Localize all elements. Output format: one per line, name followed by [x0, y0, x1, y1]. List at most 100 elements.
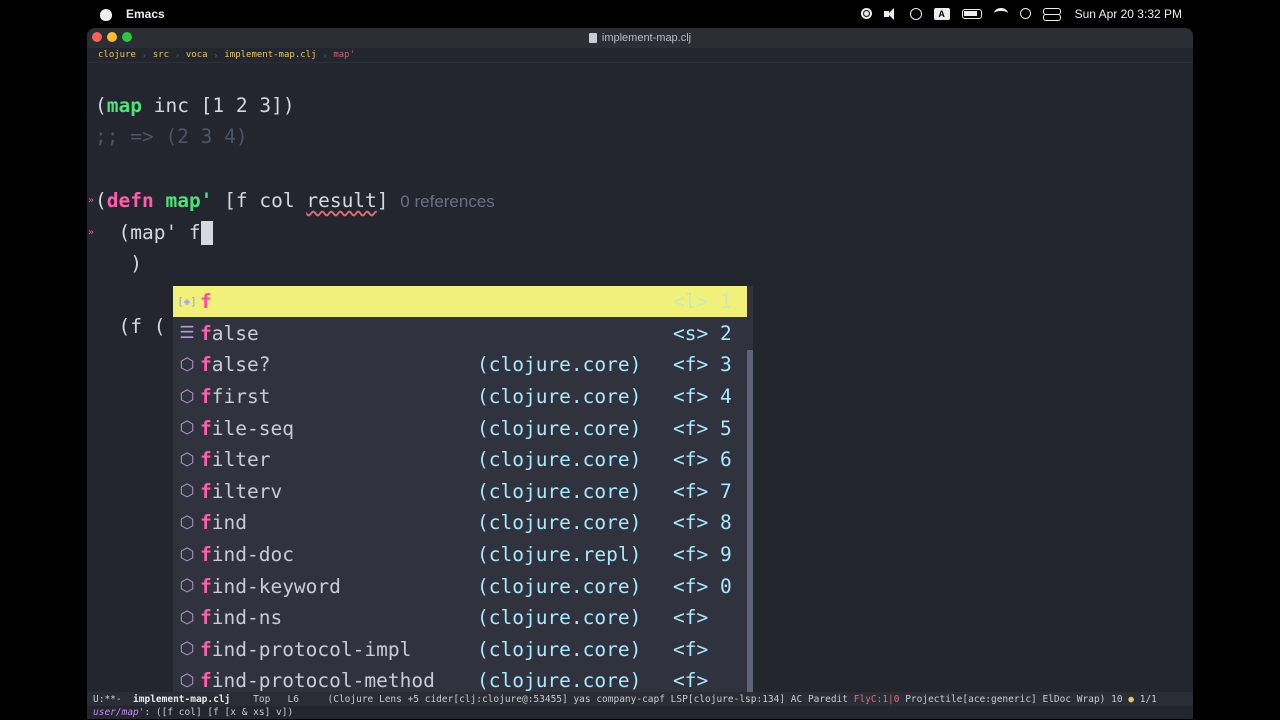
fringe-marker-icon: » — [88, 195, 95, 206]
code-line-5: ) — [95, 252, 142, 275]
modeline-flycheck[interactable]: FlyC:1|0 — [854, 694, 900, 705]
completion-item[interactable]: ⬡ file-seq (clojure.core) <f> 5 — [173, 412, 747, 444]
completion-rest: alse — [211, 321, 259, 345]
function-icon: ⬡ — [179, 512, 195, 533]
completion-match-prefix: f — [200, 574, 212, 598]
code-line-current: (map' f — [95, 221, 213, 245]
breadcrumb-segment[interactable]: src — [153, 50, 169, 60]
control-center-icon[interactable] — [1042, 7, 1061, 21]
modeline-buffer-name[interactable]: implement-map.clj — [133, 694, 230, 705]
function-icon: ⬡ — [179, 386, 195, 407]
echo-symbol: user/map' — [93, 707, 145, 718]
apple-icon[interactable] — [100, 7, 112, 21]
completion-item[interactable]: ⬡ find-protocol-impl (clojure.core) <f> — [173, 634, 747, 666]
completion-annotation: <f> — [673, 669, 709, 693]
keyword-icon: ☰ — [179, 323, 195, 344]
completion-annotation: <f> 5 — [673, 416, 732, 440]
function-icon: ⬡ — [179, 670, 195, 691]
modeline-modes[interactable]: (Clojure Lens +5 cider[clj:clojure@:5345… — [328, 694, 854, 705]
volume-icon[interactable] — [883, 7, 898, 20]
record-icon[interactable] — [860, 8, 872, 19]
completion-popup[interactable]: [◈] f <l> 1 ☰ false <s> 2 ⬡ false? (clojure.core… — [173, 286, 753, 696]
completion-annotation: <f> — [673, 606, 709, 630]
completion-item[interactable]: ⬡ find-doc (clojure.repl) <f> 9 — [173, 539, 747, 571]
warned-argument: result — [306, 189, 377, 212]
chevron-right-icon: › — [141, 50, 147, 60]
completion-item[interactable]: ⬡ find (clojure.core) <f> 8 — [173, 507, 747, 539]
completion-namespace: (clojure.core) — [477, 574, 642, 598]
completion-rest: ind-protocol-impl — [211, 637, 412, 661]
completion-candidate: find-protocol-impl — [200, 638, 411, 661]
completion-item[interactable]: ⬡ ffirst (clojure.core) <f> 4 — [173, 381, 747, 413]
completion-namespace: (clojure.core) — [477, 416, 642, 440]
completion-annotation: <f> 9 — [673, 543, 732, 567]
function-icon: ⬡ — [179, 449, 195, 470]
completion-item[interactable]: ⬡ find-keyword (clojure.core) <f> 0 — [173, 570, 747, 602]
completion-item[interactable]: [◈] f <l> 1 — [173, 286, 747, 317]
text-cursor — [200, 221, 213, 245]
breadcrumb-file[interactable]: implement-map.clj — [224, 50, 316, 60]
completion-candidate: find-keyword — [200, 575, 341, 598]
completion-rest: ind-ns — [211, 606, 283, 630]
completion-item[interactable]: ⬡ find-ns (clojure.core) <f> — [173, 602, 747, 634]
input-source-icon[interactable]: A — [933, 7, 950, 20]
code-editor[interactable]: (map inc [1 2 3]) ;; => (2 3 4) » (defn … — [87, 64, 1193, 696]
now-playing-icon[interactable] — [909, 7, 922, 20]
breadcrumb-symbol[interactable]: map' — [333, 50, 355, 60]
completion-match-prefix: f — [200, 321, 212, 345]
completion-namespace: (clojure.core) — [477, 606, 642, 630]
completion-candidate: false — [200, 322, 259, 345]
chevron-right-icon: › — [175, 50, 180, 60]
completion-item[interactable]: ⬡ filter (clojure.core) <f> 6 — [173, 444, 747, 476]
minimize-window-button[interactable] — [107, 32, 117, 42]
echo-signature: : ([f col] [f [x & xs] v]) — [144, 707, 294, 718]
completion-candidate: find-doc — [200, 543, 294, 566]
completion-candidate: filterv — [200, 480, 282, 503]
traffic-lights — [92, 32, 132, 42]
completion-annotation: <l> 1 — [673, 290, 732, 313]
completion-match-prefix: f — [200, 606, 212, 630]
code-line-2-comment: ;; => (2 3 4) — [95, 125, 248, 148]
breadcrumb-segment[interactable]: clojure — [98, 50, 136, 60]
modeline-position: Top L6 — [230, 693, 328, 705]
modeline-modes-2[interactable]: Projectile[ace:generic] ElDoc Wrap) 10 — [899, 694, 1128, 705]
window-titlebar[interactable]: implement-map.clj — [87, 28, 1193, 48]
completion-match-prefix: f — [200, 385, 212, 409]
function-icon: ⬡ — [179, 576, 195, 597]
completion-annotation: <f> — [673, 637, 709, 661]
completion-item[interactable]: ⬡ filterv (clojure.core) <f> 7 — [173, 476, 747, 508]
completion-item[interactable]: ⬡ false? (clojure.core) <f> 3 — [173, 349, 747, 381]
completion-rest: ind-keyword — [211, 574, 341, 598]
function-icon: ⬡ — [179, 418, 195, 439]
battery-icon[interactable] — [961, 8, 982, 19]
spotlight-search-icon[interactable] — [1019, 8, 1031, 19]
completion-match-prefix: f — [200, 448, 212, 472]
completion-annotation: <f> 0 — [673, 574, 732, 598]
window-title-wrap: implement-map.clj — [588, 32, 691, 44]
completion-namespace: (clojure.core) — [477, 669, 642, 693]
zoom-window-button[interactable] — [122, 32, 132, 42]
completion-match-prefix: f — [200, 353, 212, 377]
completion-match-prefix: f — [200, 416, 212, 440]
completion-annotation: <f> 4 — [673, 385, 732, 409]
function-icon: ⬡ — [179, 481, 195, 502]
menubar-clock[interactable]: Sun Apr 20 3:32 PM — [1075, 7, 1182, 21]
references-lens[interactable]: 0 references — [400, 192, 495, 211]
function-icon: ⬡ — [179, 354, 195, 375]
completion-candidate: find-ns — [200, 606, 282, 629]
completion-namespace: (clojure.core) — [477, 385, 642, 409]
completion-match-prefix: f — [200, 543, 212, 567]
completion-rest: ilter — [211, 448, 271, 472]
completion-match-prefix: f — [200, 637, 212, 661]
wifi-icon[interactable] — [993, 8, 1008, 19]
code-line-6: (f ( — [95, 315, 166, 338]
completion-candidate: file-seq — [200, 417, 294, 440]
completion-item[interactable]: ☰ false <s> 2 — [173, 318, 747, 350]
code-line-defn: (defn map' [f col result] 0 references — [95, 189, 495, 212]
completion-scrollbar[interactable] — [747, 350, 753, 696]
completion-candidate: find-protocol-method — [200, 669, 435, 692]
close-window-button[interactable] — [92, 32, 102, 42]
breadcrumb-segment[interactable]: voca — [186, 50, 208, 60]
app-menu-name[interactable]: Emacs — [126, 7, 165, 21]
completion-match-prefix: f — [200, 669, 212, 693]
